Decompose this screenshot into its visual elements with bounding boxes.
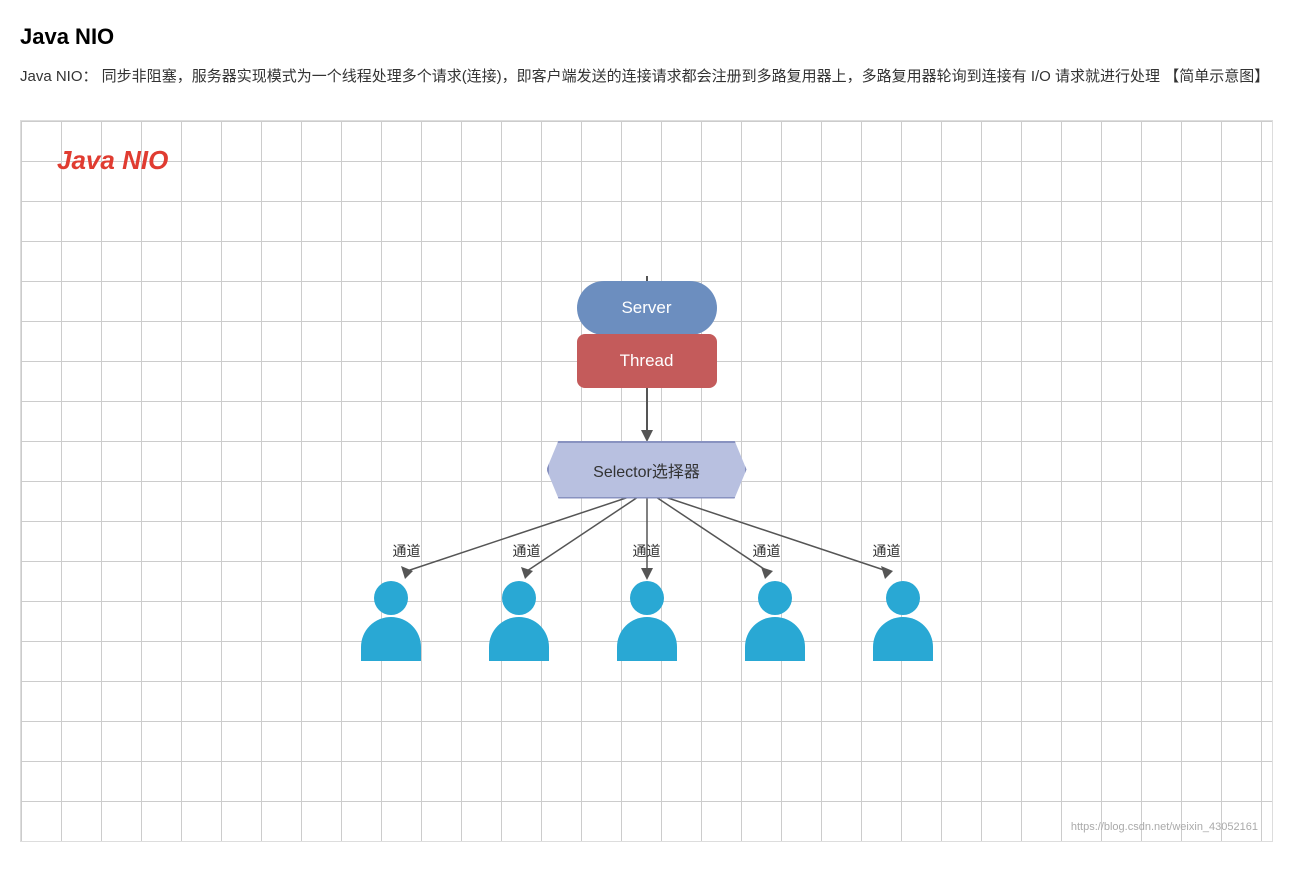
channel-label-5: 通道 xyxy=(873,541,901,561)
channel-labels-row: 通道 通道 通道 通道 通道 xyxy=(297,541,997,561)
client-2 xyxy=(479,581,559,661)
client-5-body xyxy=(873,617,933,661)
client-3-head xyxy=(630,581,664,615)
channel-label-1: 通道 xyxy=(393,541,421,561)
diagram-container: Java NIO xyxy=(20,120,1273,842)
client-4-head xyxy=(758,581,792,615)
client-5 xyxy=(863,581,943,661)
clients-row xyxy=(297,581,997,661)
client-4-body xyxy=(745,617,805,661)
watermark: https://blog.csdn.net/weixin_43052161 xyxy=(1071,821,1258,833)
client-5-head xyxy=(886,581,920,615)
selector-node: Selector选择器 xyxy=(547,441,747,499)
thread-node: Thread xyxy=(577,334,717,388)
channel-label-3: 通道 xyxy=(633,541,661,561)
client-1 xyxy=(351,581,431,661)
description-text: Java NIO： 同步非阻塞，服务器实现模式为一个线程处理多个请求(连接)，即… xyxy=(20,64,1273,90)
page-title: Java NIO xyxy=(20,24,1273,50)
client-2-head xyxy=(502,581,536,615)
client-3 xyxy=(607,581,687,661)
channel-label-2: 通道 xyxy=(513,541,541,561)
diagram-inner: Server Thread Selector选择器 通道 通道 通道 通道 通道 xyxy=(297,151,997,791)
client-3-body xyxy=(617,617,677,661)
client-1-body xyxy=(361,617,421,661)
client-2-body xyxy=(489,617,549,661)
diagram-title: Java NIO xyxy=(57,145,168,176)
client-1-head xyxy=(374,581,408,615)
server-node: Server xyxy=(577,221,717,335)
channel-label-4: 通道 xyxy=(753,541,781,561)
client-4 xyxy=(735,581,815,661)
